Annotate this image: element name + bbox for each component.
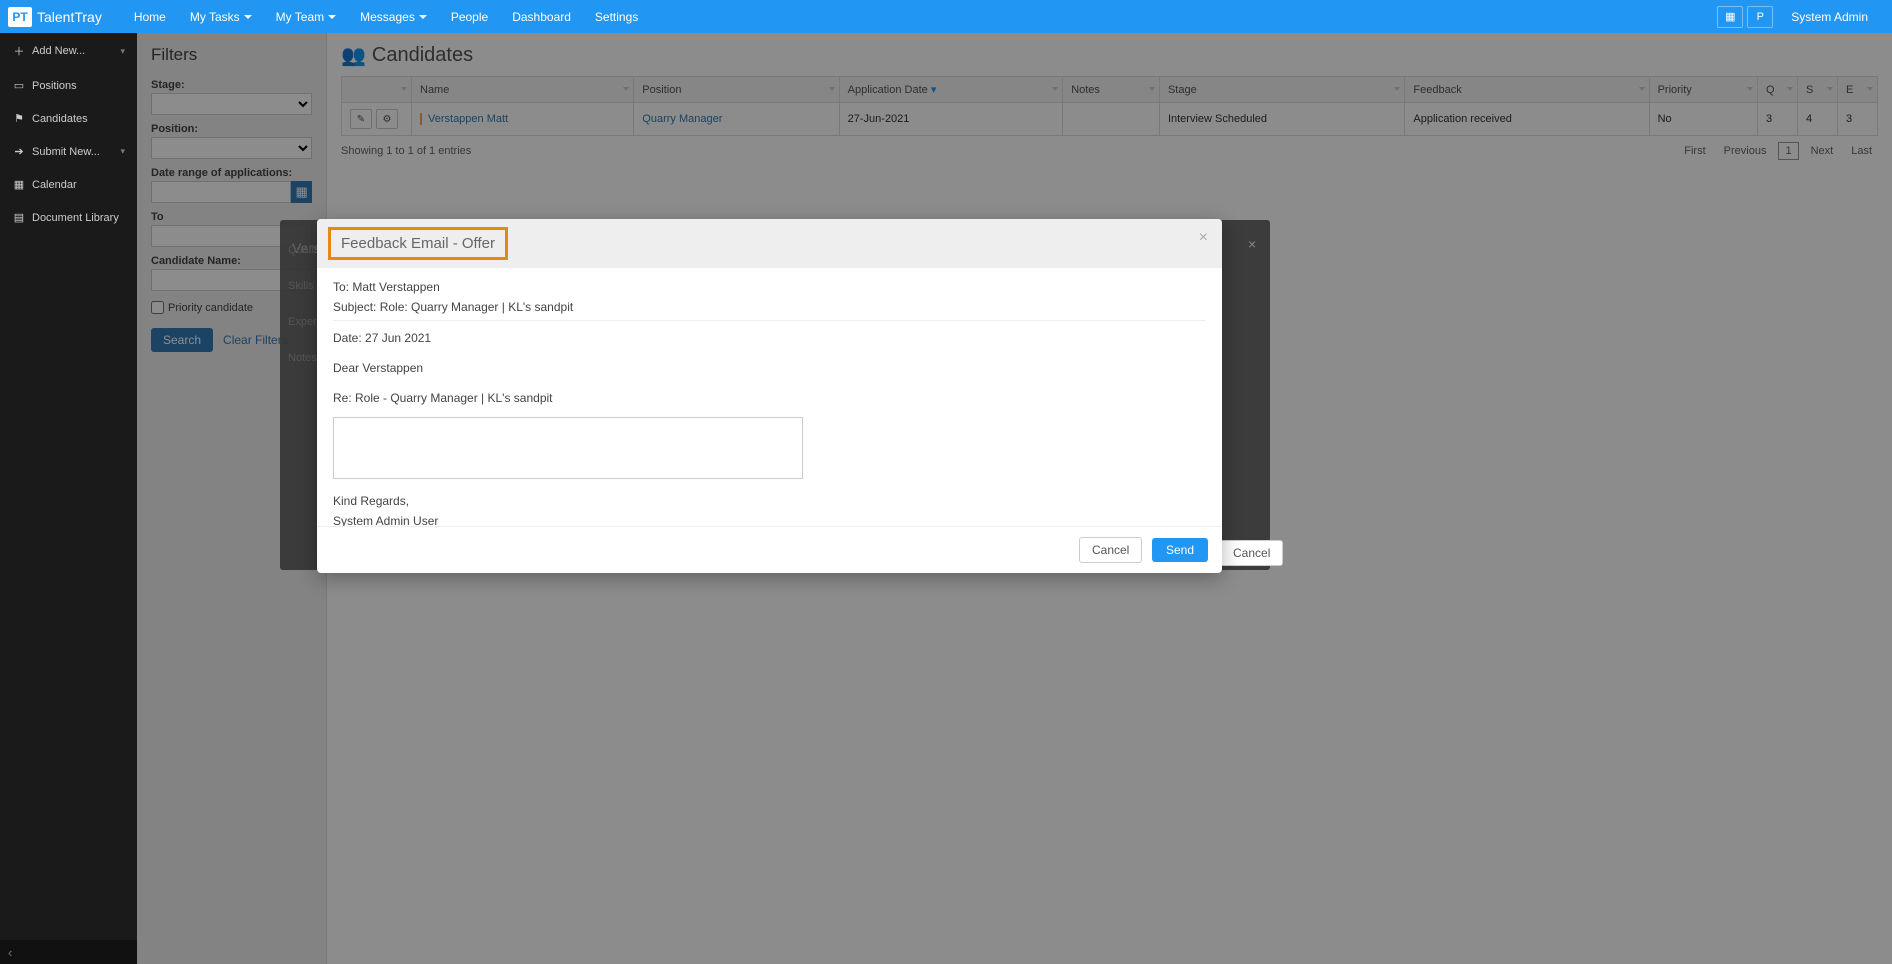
sidebar-item-label: Submit New... [32, 146, 100, 158]
to-value: Matt Verstappen [352, 280, 439, 294]
brand[interactable]: PT TalentTray [8, 7, 102, 27]
sidebar-item-label: Candidates [32, 113, 88, 125]
modal-title-highlight: Feedback Email - Offer [328, 227, 508, 260]
top-nav: PT TalentTray Home My Tasks My Team Mess… [0, 0, 1892, 33]
nav-user-label: System Admin [1791, 10, 1868, 24]
plus-icon: ＋ [12, 43, 26, 59]
nav-my-tasks[interactable]: My Tasks [178, 0, 264, 33]
sidebar-item-label: Document Library [32, 212, 119, 224]
under-modal-close-icon[interactable]: × [1248, 236, 1256, 252]
under-modal-cancel-button[interactable]: Cancel [1220, 540, 1283, 566]
modal-title: Feedback Email - Offer [341, 235, 495, 252]
nav-items: Home My Tasks My Team Messages People Da… [122, 0, 1713, 33]
nav-my-team-label: My Team [276, 10, 324, 24]
greeting: Dear Verstappen [333, 361, 1206, 375]
brand-logo: PT [8, 7, 32, 27]
nav-people-label: People [451, 10, 488, 24]
modal-header: Feedback Email - Offer × [317, 219, 1222, 268]
nav-my-team[interactable]: My Team [264, 0, 348, 33]
grid-icon[interactable]: ▦ [1717, 6, 1743, 28]
p-icon-button[interactable]: P [1747, 6, 1773, 28]
modal-close-icon[interactable]: × [1199, 229, 1208, 247]
caret-icon [244, 15, 252, 19]
arrow-icon: ➔ [12, 145, 26, 158]
laptop-icon: ▭ [12, 79, 26, 92]
sidebar-positions[interactable]: ▭ Positions [0, 69, 137, 102]
to-label: To: [333, 280, 349, 294]
modal-body: To: Matt Verstappen Subject: Role: Quarr… [317, 268, 1222, 526]
nav-messages-label: Messages [360, 10, 415, 24]
cancel-button[interactable]: Cancel [1079, 537, 1142, 563]
nav-user-menu[interactable]: System Admin [1781, 0, 1884, 33]
book-icon: ▤ [12, 211, 26, 224]
date-value: 27 Jun 2021 [365, 331, 431, 345]
sidebar-submit-new[interactable]: ➔ Submit New... ▾ [0, 135, 137, 168]
calendar-icon: ▦ [12, 178, 26, 191]
nav-my-tasks-label: My Tasks [190, 10, 240, 24]
nav-home-label: Home [134, 10, 166, 24]
chevron-down-icon: ▾ [120, 146, 125, 157]
nav-right: ▦ P System Admin [1713, 0, 1884, 33]
sidebar-candidates[interactable]: ⚑ Candidates [0, 102, 137, 135]
brand-name: TalentTray [37, 9, 102, 25]
re-line: Re: Role - Quarry Manager | KL's sandpit [333, 391, 1206, 405]
feedback-email-modal: Feedback Email - Offer × To: Matt Versta… [317, 219, 1222, 573]
sig-name: System Admin User [333, 514, 1206, 526]
email-body-textarea[interactable] [333, 417, 803, 479]
nav-settings-label: Settings [595, 10, 638, 24]
caret-icon [328, 15, 336, 19]
nav-people[interactable]: People [439, 0, 500, 33]
nav-dashboard[interactable]: Dashboard [500, 0, 583, 33]
sidebar-add-new[interactable]: ＋ Add New... ▾ [0, 33, 137, 69]
sidebar-calendar[interactable]: ▦ Calendar [0, 168, 137, 201]
sidebar-item-label: Calendar [32, 179, 77, 191]
chevron-down-icon: ▾ [120, 46, 125, 57]
date-label: Date: [333, 331, 362, 345]
nav-home[interactable]: Home [122, 0, 178, 33]
sidebar-collapse[interactable]: ‹ [0, 940, 137, 964]
modal-footer: Cancel Send [317, 526, 1222, 573]
sidebar-document-library[interactable]: ▤ Document Library [0, 201, 137, 234]
caret-icon [419, 15, 427, 19]
nav-messages[interactable]: Messages [348, 0, 439, 33]
signoff: Kind Regards, [333, 494, 1206, 508]
sidebar: ＋ Add New... ▾ ▭ Positions ⚑ Candidates ➔ Sub… [0, 33, 137, 964]
subject-label: Subject: [333, 300, 376, 314]
flag-icon: ⚑ [12, 112, 26, 125]
sidebar-item-label: Add New... [32, 45, 85, 57]
subject-value: Role: Quarry Manager | KL's sandpit [380, 300, 574, 314]
nav-settings[interactable]: Settings [583, 0, 650, 33]
nav-dashboard-label: Dashboard [512, 10, 571, 24]
sidebar-item-label: Positions [32, 80, 77, 92]
send-button[interactable]: Send [1152, 538, 1208, 562]
